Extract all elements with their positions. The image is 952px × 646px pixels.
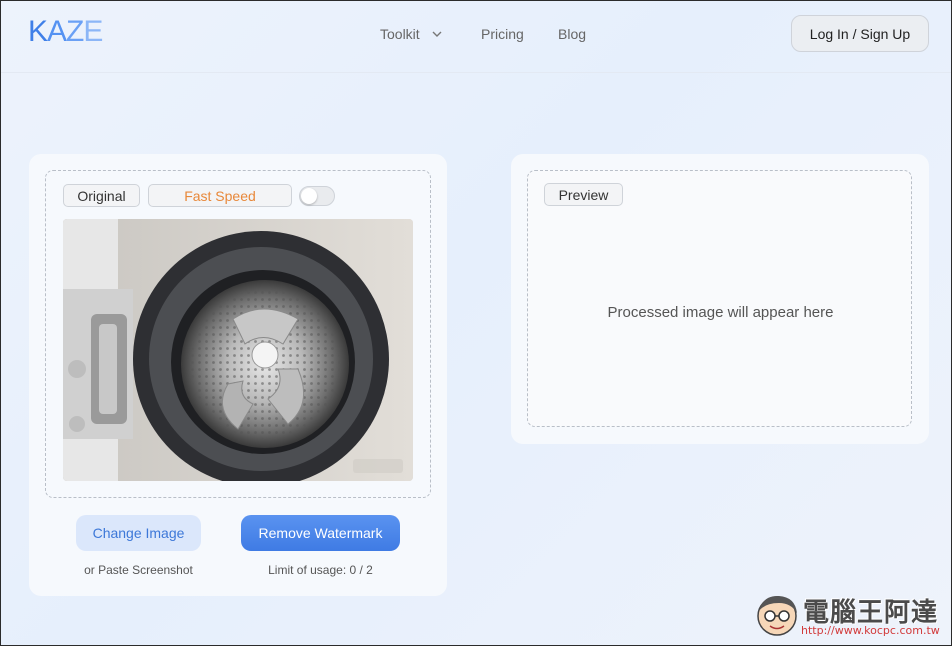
original-panel: Original Fast Speed Change Image Remove …	[29, 154, 447, 596]
usage-limit-caption: Limit of usage: 0 / 2	[268, 563, 373, 577]
login-signup-button[interactable]: Log In / Sign Up	[791, 15, 929, 52]
change-image-button[interactable]: Change Image	[76, 515, 201, 551]
washing-machine-image	[63, 219, 413, 481]
nav-toolkit[interactable]: Toolkit	[380, 26, 442, 42]
nav-pricing[interactable]: Pricing	[481, 26, 524, 42]
preview-tag: Preview	[544, 183, 623, 206]
toggle-knob	[301, 188, 317, 204]
top-header: KAZE Toolkit Pricing Blog Log In / Sign …	[1, 1, 951, 73]
fast-speed-toggle[interactable]	[299, 186, 335, 206]
mascot-face-icon	[757, 595, 797, 636]
remove-watermark-button[interactable]: Remove Watermark	[241, 515, 400, 551]
original-tag: Original	[63, 184, 140, 207]
preview-area: Preview Processed image will appear here	[527, 170, 912, 427]
fast-speed-tag: Fast Speed	[148, 184, 292, 207]
chevron-down-icon	[432, 31, 442, 37]
nav-blog[interactable]: Blog	[558, 26, 586, 42]
nav-toolkit-label: Toolkit	[380, 26, 420, 42]
site-watermark: 電腦王阿達 http://www.kocpc.com.tw	[753, 589, 945, 641]
watermark-url: http://www.kocpc.com.tw	[801, 624, 940, 637]
preview-placeholder: Processed image will appear here	[607, 304, 834, 321]
kaze-logo[interactable]: KAZE	[28, 15, 103, 49]
image-dropzone[interactable]: Original Fast Speed	[45, 170, 431, 498]
paste-screenshot-caption: or Paste Screenshot	[84, 563, 193, 577]
preview-panel: Preview Processed image will appear here	[511, 154, 929, 444]
uploaded-image	[63, 219, 413, 481]
